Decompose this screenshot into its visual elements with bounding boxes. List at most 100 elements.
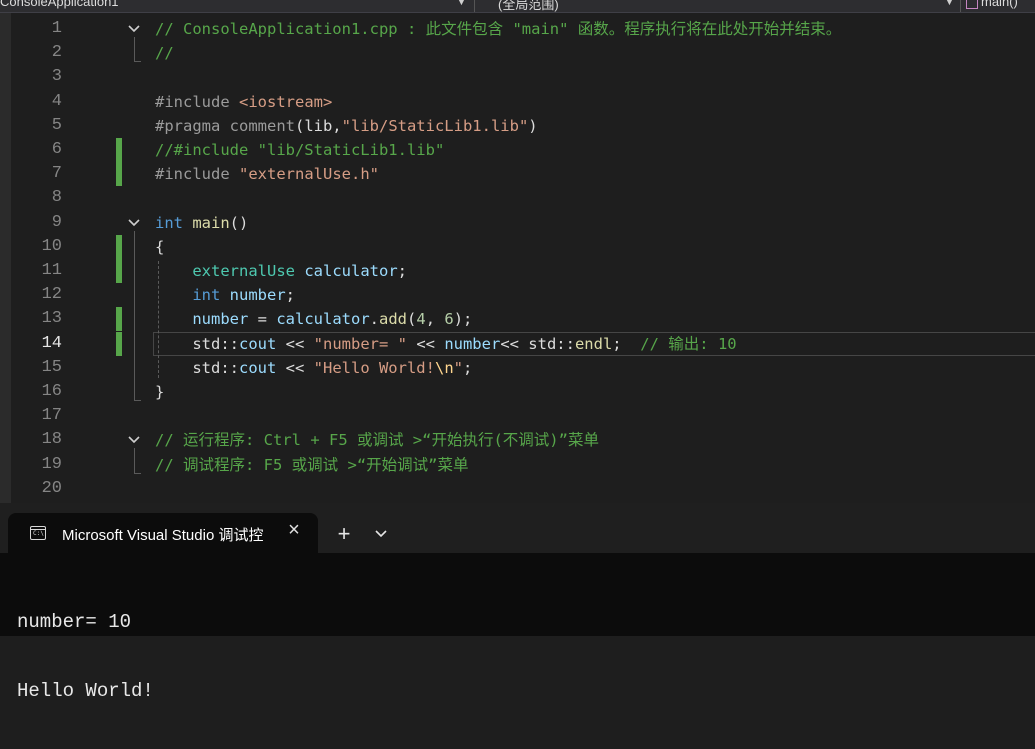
code-token: = [248, 310, 277, 329]
code-token: ; [612, 334, 641, 353]
line-number: 4 [51, 91, 62, 111]
code-token: externalUse [192, 262, 295, 280]
code-editor[interactable]: 1 // ConsoleApplication1.cpp : 此文件包含 "mai… [0, 13, 1035, 513]
code-token: int [155, 213, 193, 232]
function-dropdown-label: main() [981, 0, 1018, 9]
code-token: //#include "lib/StaticLib1.lib" [155, 141, 445, 159]
code-token: \n [434, 358, 454, 377]
code-line[interactable]: 1 // ConsoleApplication1.cpp : 此文件包含 "mai… [0, 17, 1035, 41]
code-line[interactable]: 19 // 调试程序: F5 或调试 >“开始调试”菜单 [0, 453, 1035, 477]
code-line[interactable]: 15 std::cout << "Hello World!\n"; [0, 356, 1035, 380]
new-tab-button[interactable]: + [330, 521, 358, 547]
code-token: // ConsoleApplication1.cpp : 此文件包含 "main… [155, 20, 842, 38]
code-token: endl [574, 334, 613, 353]
code-token: cout [239, 334, 277, 353]
line-number: 8 [51, 188, 62, 208]
code-line[interactable]: 14 std::cout << "number= " << number<< s… [0, 331, 1035, 356]
code-line[interactable]: 12 int number; [0, 283, 1035, 307]
project-dropdown-arrow-icon[interactable]: ▼ [457, 0, 466, 7]
code-line[interactable]: 5 #pragma comment(lib,"lib/StaticLib1.lib… [0, 114, 1035, 138]
line-number: 20 [41, 478, 62, 498]
scope-dropdown-label: (全局范围) [498, 0, 559, 12]
code-token: << [406, 334, 445, 353]
code-token: add [379, 310, 407, 329]
fold-guide [134, 230, 135, 400]
line-number: 13 [41, 309, 62, 329]
code-token: " [453, 358, 463, 377]
terminal-tab-title: Microsoft Visual Studio 调试控 [62, 527, 264, 544]
code-token: ); [453, 310, 473, 329]
code-token: calculator [304, 262, 398, 280]
code-text: number = calculator.add(4, 6); [155, 307, 472, 331]
code-text: #include <iostream> [155, 90, 332, 114]
code-token: std:: [192, 358, 239, 377]
change-indicator [116, 162, 122, 187]
code-line[interactable]: 4 #include <iostream> [0, 90, 1035, 114]
code-text: std::cout << "number= " << number<< std:… [155, 332, 736, 356]
function-cube-icon [966, 0, 978, 9]
terminal-output[interactable]: number= 10 Hello World! [17, 565, 154, 749]
code-line[interactable]: 7 #include "externalUse.h" [0, 162, 1035, 187]
code-token: cout [239, 358, 277, 377]
nav-separator [960, 0, 961, 12]
function-dropdown[interactable]: main() [966, 0, 1018, 12]
code-token: // [155, 44, 174, 63]
fold-guide [134, 37, 135, 62]
code-token: (lib, [294, 116, 342, 135]
change-indicator [116, 331, 122, 356]
code-line[interactable]: 2 // [0, 41, 1035, 65]
navigation-bar: ConsoleApplication1 ▼ (全局范围) ▼ main() [0, 0, 1035, 13]
change-indicator [116, 234, 122, 259]
code-token: . [369, 310, 379, 329]
code-text: int number; [155, 283, 295, 307]
line-number: 7 [51, 164, 62, 184]
code-token: // 调试程序: F5 或调试 >“开始调试”菜单 [155, 455, 469, 474]
code-line[interactable]: 18 // 运行程序: Ctrl + F5 或调试 >“开始执行(不调试)”菜单 [0, 428, 1035, 452]
code-text: // ConsoleApplication1.cpp : 此文件包含 "main… [155, 17, 841, 41]
line-number: 15 [41, 357, 62, 377]
change-indicator [116, 138, 122, 162]
code-line[interactable]: 6 //#include "lib/StaticLib1.lib" [0, 138, 1035, 162]
project-dropdown[interactable]: ConsoleApplication1 [0, 0, 119, 12]
terminal-tab[interactable]: C:\ Microsoft Visual Studio 调试控 × [8, 513, 318, 555]
terminal-output-line: number= 10 [17, 611, 132, 633]
code-line[interactable]: 13 number = calculator.add(4, 6); [0, 307, 1035, 332]
code-line[interactable]: 11 externalUse calculator; [0, 259, 1035, 283]
fold-guide [134, 448, 135, 473]
code-line[interactable]: 20 [0, 477, 1035, 501]
code-token: <iostream> [239, 92, 333, 111]
line-number: 9 [51, 212, 62, 232]
code-line[interactable]: 10 { [0, 234, 1035, 259]
code-line[interactable]: 8 [0, 186, 1035, 210]
line-number: 17 [41, 406, 62, 426]
code-text: { [155, 235, 164, 259]
line-number: 16 [41, 382, 62, 401]
debug-console-window: C:\ Microsoft Visual Studio 调试控 × + numb… [0, 503, 1035, 702]
scope-dropdown[interactable]: (全局范围) [498, 0, 559, 12]
code-line[interactable]: 3 [0, 65, 1035, 89]
tab-dropdown-chevron-icon[interactable] [368, 521, 394, 547]
close-tab-icon[interactable]: × [284, 520, 304, 540]
scope-dropdown-arrow-icon[interactable]: ▼ [945, 0, 954, 7]
code-text: std::cout << "Hello World!\n"; [155, 356, 472, 380]
code-token: number [229, 286, 286, 305]
code-token: << [276, 334, 314, 353]
code-token: { [155, 237, 165, 256]
code-token: "lib/StaticLib1.lib" [341, 116, 529, 135]
code-token: std:: [192, 334, 239, 353]
code-text: // 调试程序: F5 或调试 >“开始调试”菜单 [155, 453, 468, 477]
code-line[interactable]: 16} [0, 380, 1035, 404]
code-token: "externalUse.h" [239, 165, 379, 184]
code-text: externalUse calculator; [155, 259, 407, 283]
line-number: 1 [51, 19, 62, 38]
code-line[interactable]: 9 int main() [0, 211, 1035, 235]
code-text: //#include "lib/StaticLib1.lib" [155, 138, 444, 162]
code-text: // [155, 41, 174, 65]
code-token: number [192, 310, 249, 329]
code-line[interactable]: 17 [0, 404, 1035, 428]
code-text: #pragma comment(lib,"lib/StaticLib1.lib"… [155, 114, 538, 138]
